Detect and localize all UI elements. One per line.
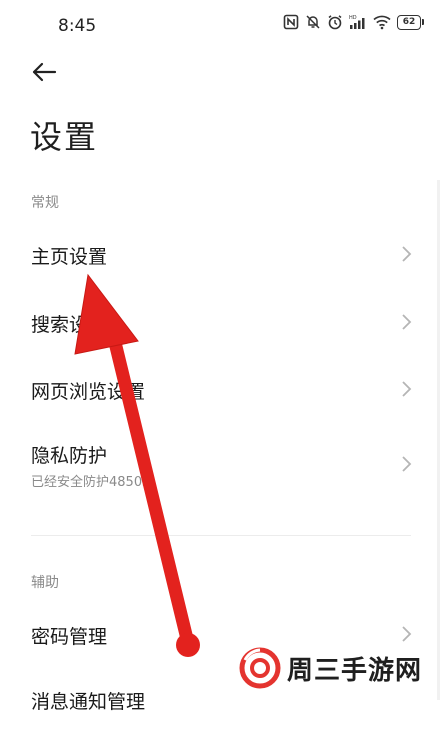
nfc-icon — [283, 14, 299, 30]
chevron-right-icon — [402, 314, 412, 330]
status-bar: 8:45 HD 62 — [0, 0, 440, 50]
settings-item-label: 消息通知管理 — [31, 691, 146, 713]
back-arrow-icon — [32, 62, 57, 82]
settings-item-privacy[interactable]: 隐私防护 已经安全防护4850次 — [0, 428, 440, 500]
back-button[interactable] — [30, 58, 60, 88]
settings-item-label: 网页浏览设置 — [31, 381, 146, 403]
status-time: 8:45 — [58, 16, 97, 36]
page-title: 设置 — [30, 118, 99, 156]
watermark-logo-icon — [239, 647, 281, 689]
chevron-right-icon — [402, 246, 412, 262]
chevron-right-icon — [402, 456, 412, 472]
battery-level: 62 — [397, 14, 421, 30]
settings-item-search[interactable]: 搜索设置 — [0, 289, 440, 353]
chevron-right-icon — [402, 626, 412, 642]
section-label-auxiliary: 辅助 — [31, 575, 59, 591]
chevron-right-icon — [402, 381, 412, 397]
watermark: 周三手游网 — [234, 644, 428, 692]
settings-item-label: 搜索设置 — [31, 314, 108, 336]
svg-text:HD: HD — [349, 15, 357, 21]
settings-item-label: 主页设置 — [31, 246, 108, 268]
settings-item-homepage[interactable]: 主页设置 — [0, 222, 440, 286]
section-label-general: 常规 — [31, 195, 59, 211]
section-divider — [31, 535, 411, 536]
watermark-text: 周三手游网 — [286, 655, 422, 686]
wifi-icon — [373, 15, 391, 30]
settings-item-subtitle: 已经安全防护4850次 — [31, 475, 156, 490]
settings-item-label: 密码管理 — [31, 626, 108, 648]
settings-item-browsing[interactable]: 网页浏览设置 — [0, 357, 440, 421]
alarm-icon — [328, 15, 342, 30]
status-icons: HD 62 — [283, 14, 424, 30]
cellular-signal-icon: HD — [349, 15, 365, 29]
battery-icon: 62 — [397, 14, 424, 30]
mute-bell-icon — [306, 15, 320, 29]
settings-item-label: 隐私防护 — [31, 445, 108, 467]
